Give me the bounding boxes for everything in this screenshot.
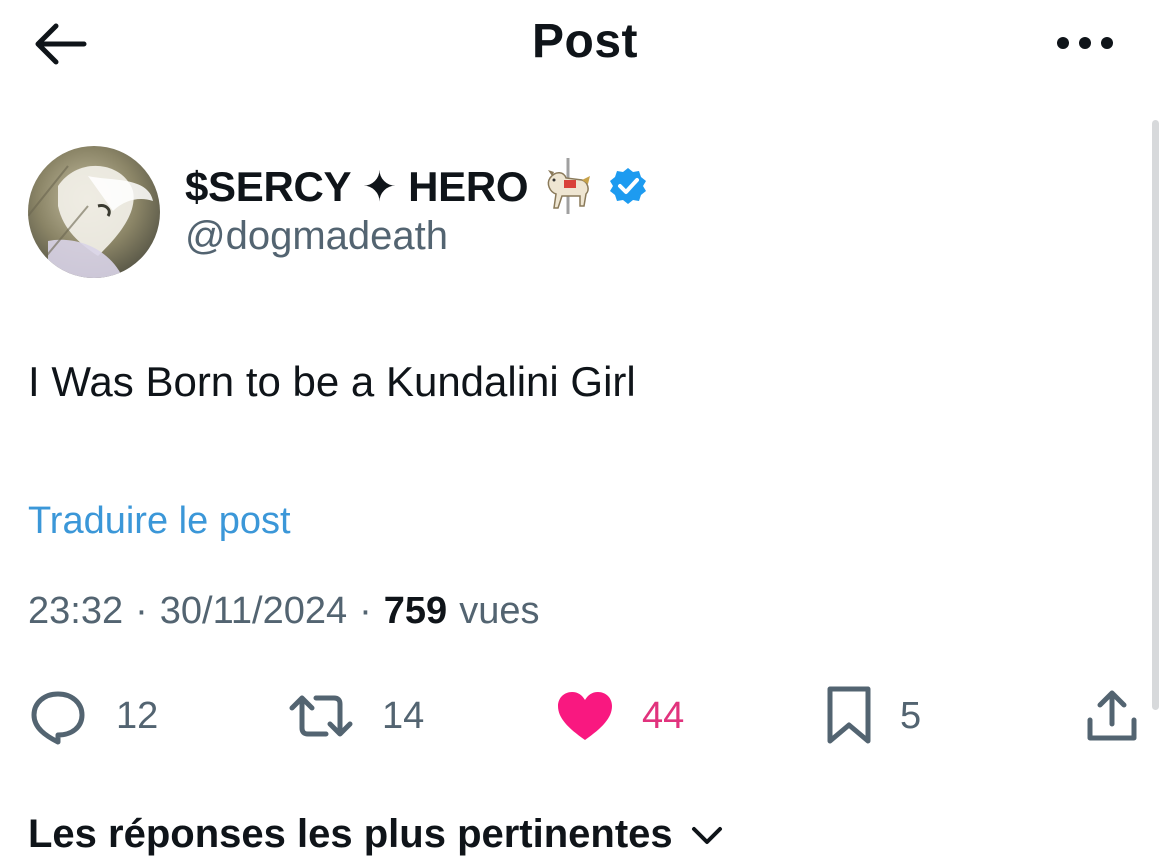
replies-sort-toggle[interactable]: Les réponses les plus pertinentes <box>28 812 724 857</box>
display-name[interactable]: $SERCY ✦ HERO <box>185 162 529 211</box>
author-handle[interactable]: @dogmadeath <box>185 214 448 259</box>
translate-post-link[interactable]: Traduire le post <box>28 500 291 543</box>
reply-button[interactable]: 12 <box>28 676 158 756</box>
repost-count: 14 <box>382 694 425 737</box>
like-count: 44 <box>642 694 685 737</box>
views-label: vues <box>459 590 540 632</box>
more-horizontal-icon <box>1057 37 1113 49</box>
post-time[interactable]: 23:32 <box>28 590 123 633</box>
reply-icon <box>31 691 85 745</box>
carousel-horse-icon <box>547 158 591 214</box>
top-bar: Post <box>0 0 1170 90</box>
repost-button[interactable]: 14 <box>288 676 424 756</box>
reply-count: 12 <box>116 694 159 737</box>
post-date[interactable]: 30/11/2024 <box>160 590 347 633</box>
chevron-down-icon <box>691 827 722 844</box>
post-text: I Was Born to be a Kundalini Girl <box>28 358 636 405</box>
repost-icon <box>289 695 353 737</box>
like-button[interactable]: 44 <box>556 676 684 756</box>
bookmark-icon <box>827 686 871 744</box>
verified-badge[interactable] <box>608 166 648 206</box>
bookmark-button[interactable]: 5 <box>826 676 921 756</box>
scrollbar[interactable] <box>1152 120 1159 710</box>
replies-sort-label: Les réponses les plus pertinentes <box>28 812 673 856</box>
more-options-button[interactable] <box>1050 18 1120 68</box>
views-count[interactable]: 759 <box>384 590 447 633</box>
action-bar: 12 14 44 5 <box>0 676 1170 756</box>
avatar[interactable] <box>28 146 160 278</box>
avatar-image <box>28 146 160 278</box>
page-title: Post <box>531 15 638 68</box>
back-button[interactable] <box>28 16 92 72</box>
bookmark-count: 5 <box>900 694 922 737</box>
verified-badge-icon <box>610 168 647 204</box>
post-metadata: 23:32 · 30/11/2024 · 759 vues <box>28 590 539 633</box>
share-button[interactable] <box>1084 676 1140 756</box>
separator-dot: · <box>135 590 148 632</box>
arrow-left-icon <box>35 23 87 65</box>
share-icon <box>1087 690 1137 741</box>
author-name-row[interactable]: $SERCY ✦ HERO <box>185 158 648 214</box>
carousel-horse-emoji <box>542 158 594 214</box>
separator-dot: · <box>359 590 372 632</box>
heart-filled-icon <box>558 692 612 740</box>
